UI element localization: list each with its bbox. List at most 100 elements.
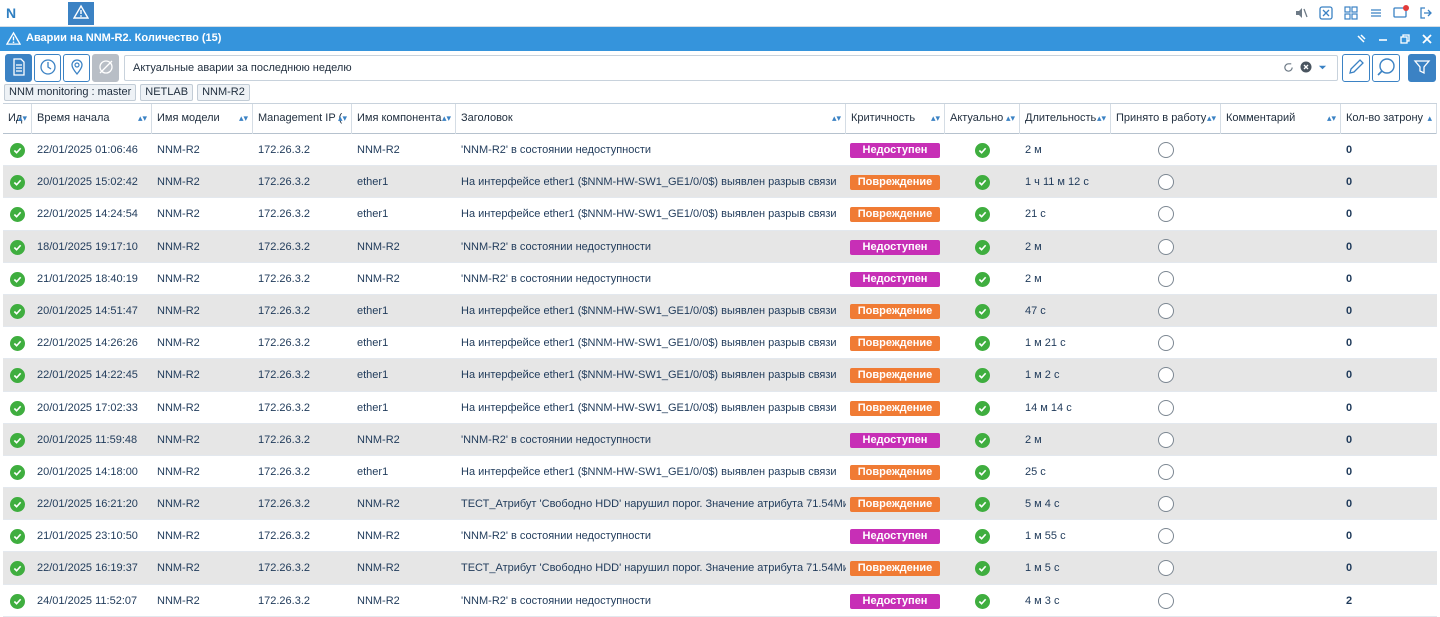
sort-icon[interactable]: ▴▾	[239, 104, 248, 133]
sort-icon[interactable]: ▴▾	[1327, 104, 1336, 133]
logout-icon[interactable]	[1418, 4, 1434, 22]
sort-icon[interactable]: ▴▾	[1207, 104, 1216, 133]
accepted-radio[interactable]	[1158, 174, 1174, 191]
table-row[interactable]: 22/01/2025 14:24:54 NNM-R2 172.26.3.2 ether…	[3, 198, 1437, 231]
topology-view-button[interactable]	[92, 54, 119, 82]
cell-component: ether1	[357, 304, 389, 317]
table-row[interactable]: 18/01/2025 19:17:10 NNM-R2 172.26.3.2 NNM-R…	[3, 230, 1437, 263]
table-row[interactable]: 22/01/2025 16:21:20 NNM-R2 172.26.3.2 NNM-R…	[3, 488, 1437, 521]
filter-funnel-button[interactable]	[1408, 54, 1436, 82]
clear-icon[interactable]	[1300, 61, 1312, 76]
list-icon[interactable]	[1368, 4, 1384, 22]
table-row[interactable]: 20/01/2025 14:51:47 NNM-R2 172.26.3.2 ether…	[3, 294, 1437, 328]
cell-comment[interactable]	[1221, 198, 1341, 230]
cell-comment[interactable]	[1221, 424, 1341, 456]
sort-icon[interactable]: ▴▾	[1006, 104, 1015, 133]
dashboard-icon[interactable]	[1343, 4, 1359, 22]
table-row[interactable]: 20/01/2025 14:18:00 NNM-R2 172.26.3.2 ether…	[3, 456, 1437, 489]
accepted-radio[interactable]	[1158, 238, 1174, 255]
column-header-model[interactable]: Имя модели ▴▾	[152, 104, 253, 134]
accepted-radio[interactable]	[1158, 528, 1174, 545]
column-header-duration[interactable]: Длительность ▴▾	[1020, 104, 1111, 134]
accepted-radio[interactable]	[1158, 335, 1174, 352]
column-header-affected[interactable]: Кол-во затрону ▴	[1341, 104, 1437, 134]
severity-badge: Недоступен	[850, 143, 940, 158]
sort-icon[interactable]: ▴▾	[1097, 104, 1106, 133]
sort-icon[interactable]: ▴▾	[138, 104, 147, 133]
restore-icon[interactable]	[1398, 31, 1412, 46]
close-icon[interactable]	[1420, 31, 1434, 46]
mute-icon[interactable]	[1293, 4, 1309, 22]
cell-comment[interactable]	[1221, 327, 1341, 359]
cell-model: NNM-R2	[157, 176, 200, 189]
chip-device[interactable]: NNM-R2	[197, 84, 250, 101]
map-view-button[interactable]	[63, 54, 90, 82]
table-view-button[interactable]	[5, 54, 32, 82]
accepted-radio[interactable]	[1158, 142, 1174, 158]
filter-input[interactable]: Актуальные аварии за последнюю неделю	[124, 55, 1338, 81]
cell-severity: Повреждение	[846, 198, 945, 230]
accepted-radio[interactable]	[1158, 206, 1174, 223]
cell-comment[interactable]	[1221, 520, 1341, 552]
sort-icon[interactable]: ▴▾	[338, 104, 347, 133]
cell-comment[interactable]	[1221, 263, 1341, 295]
accepted-radio[interactable]	[1158, 592, 1174, 609]
cell-comment[interactable]	[1221, 231, 1341, 263]
table-row[interactable]: 20/01/2025 17:02:33 NNM-R2 172.26.3.2 ether…	[3, 392, 1437, 424]
chevron-down-icon[interactable]	[1318, 63, 1327, 75]
cell-comment[interactable]	[1221, 134, 1341, 166]
table-row[interactable]: 24/01/2025 11:52:07 NNM-R2 172.26.3.2 NNM-R…	[3, 585, 1437, 617]
timeline-view-button[interactable]	[34, 54, 61, 82]
accepted-radio[interactable]	[1158, 270, 1174, 287]
refresh-icon[interactable]	[1283, 62, 1294, 76]
cell-affected: 0	[1346, 272, 1353, 285]
notification-icon[interactable]	[1393, 4, 1409, 22]
close-box-icon[interactable]	[1318, 4, 1334, 22]
minimize-icon[interactable]	[1376, 31, 1390, 46]
accepted-radio[interactable]	[1158, 560, 1174, 577]
table-row[interactable]: 22/01/2025 14:26:26 NNM-R2 172.26.3.2 ether…	[3, 327, 1437, 360]
column-header-ip[interactable]: Management IP (▴▾	[253, 104, 352, 134]
cell-comment[interactable]	[1221, 488, 1341, 520]
accepted-radio[interactable]	[1158, 431, 1174, 448]
alarms-tab-button[interactable]	[68, 2, 94, 25]
cell-comment[interactable]	[1221, 392, 1341, 424]
accepted-radio[interactable]	[1158, 399, 1174, 416]
chip-monitoring[interactable]: NNM monitoring : master	[4, 84, 137, 101]
table-row[interactable]: 20/01/2025 11:59:48 NNM-R2 172.26.3.2 NNM-R…	[3, 423, 1437, 456]
cell-comment[interactable]	[1221, 585, 1341, 617]
table-row[interactable]: 22/01/2025 14:22:45 NNM-R2 172.26.3.2 ether…	[3, 359, 1437, 392]
chip-netlab[interactable]: NETLAB	[140, 84, 194, 101]
column-header-actual[interactable]: Актуально ▴▾	[945, 104, 1020, 134]
cell-comment[interactable]	[1221, 295, 1341, 327]
search-button[interactable]	[1372, 54, 1400, 82]
app-logo[interactable]: N	[6, 5, 22, 21]
column-header-comment[interactable]: Комментарий ▴▾	[1221, 104, 1341, 134]
table-row[interactable]: 21/01/2025 23:10:50 NNM-R2 172.26.3.2 NNM-R…	[3, 520, 1437, 553]
table-row[interactable]: 22/01/2025 16:19:37 NNM-R2 172.26.3.2 NNM-R…	[3, 552, 1437, 585]
accepted-radio[interactable]	[1158, 367, 1174, 384]
accepted-radio[interactable]	[1158, 463, 1174, 480]
sort-icon[interactable]: ▴	[1427, 104, 1432, 133]
cell-comment[interactable]	[1221, 456, 1341, 488]
pin-icon[interactable]	[1354, 31, 1368, 46]
table-row[interactable]: 20/01/2025 15:02:42 NNM-R2 172.26.3.2 ether…	[3, 166, 1437, 199]
table-row[interactable]: 21/01/2025 18:40:19 NNM-R2 172.26.3.2 NNM-R…	[3, 263, 1437, 295]
accepted-radio[interactable]	[1158, 302, 1174, 319]
cell-comment[interactable]	[1221, 552, 1341, 584]
sort-icon[interactable]: ▴▾	[442, 104, 451, 133]
column-header-title[interactable]: Заголовок ▴▾	[456, 104, 846, 134]
column-header-accepted[interactable]: Принято в работу ▴▾	[1111, 104, 1221, 134]
column-header-id[interactable]: Ид ▴▾	[3, 104, 32, 134]
column-header-severity[interactable]: Критичность ▴▾	[846, 104, 945, 134]
accepted-radio[interactable]	[1158, 496, 1174, 513]
sort-icon[interactable]: ▴▾	[931, 104, 940, 133]
edit-filter-button[interactable]	[1342, 54, 1370, 82]
sort-icon[interactable]: ▴▾	[18, 104, 27, 133]
sort-icon[interactable]: ▴▾	[832, 104, 841, 133]
column-header-time[interactable]: Время начала ▴▾	[32, 104, 152, 134]
column-header-component[interactable]: Имя компонента ▴▾	[352, 104, 456, 134]
cell-comment[interactable]	[1221, 359, 1341, 391]
cell-comment[interactable]	[1221, 166, 1341, 198]
table-row[interactable]: 22/01/2025 01:06:46 NNM-R2 172.26.3.2 NNM-R…	[3, 134, 1437, 167]
